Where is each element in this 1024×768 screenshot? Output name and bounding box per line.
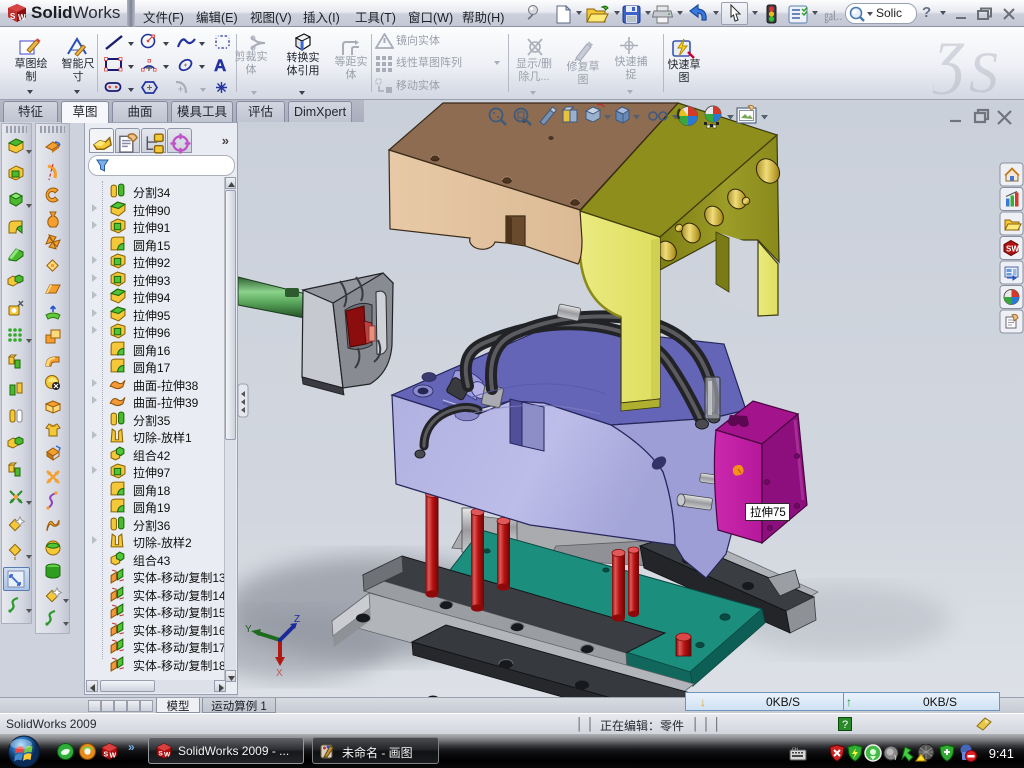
svg-text:Y: Y (245, 624, 252, 635)
svg-text:S: S (158, 751, 163, 758)
svg-text:CH: CH (792, 747, 798, 751)
svg-text:A: A (214, 56, 226, 74)
svg-text:W: W (110, 753, 117, 760)
svg-text:W: W (164, 752, 171, 759)
svg-text:Ʒ: Ʒ (933, 30, 965, 95)
svg-text:Z: Z (294, 614, 300, 625)
svg-text:S: S (969, 40, 998, 98)
svg-text:X: X (276, 668, 283, 679)
svg-text:S: S (104, 752, 109, 759)
svg-text:SW: SW (1006, 245, 1019, 254)
svg-text:拉伸75: 拉伸75 (750, 505, 786, 519)
svg-text:W: W (18, 13, 26, 22)
svg-text:S: S (10, 12, 16, 21)
